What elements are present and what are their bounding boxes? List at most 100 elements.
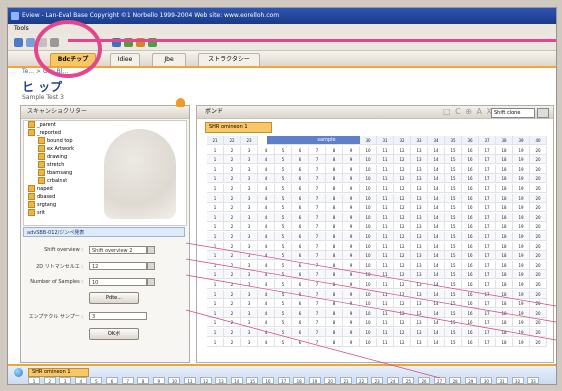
grid-cell[interactable]: 12: [394, 145, 411, 155]
grid-cell[interactable]: 5: [275, 155, 292, 165]
grid-cell[interactable]: 14: [428, 203, 445, 213]
grid-cell[interactable]: 17: [479, 203, 496, 213]
grid-cell[interactable]: 7: [309, 318, 326, 328]
grid-cell[interactable]: 14: [428, 289, 445, 299]
grid-cell[interactable]: 14: [428, 299, 445, 309]
grid-cell[interactable]: 10: [360, 222, 377, 232]
grid-cell[interactable]: 8: [326, 318, 343, 328]
grid-cell[interactable]: 12: [394, 337, 411, 347]
grid-cell[interactable]: 13: [411, 203, 428, 213]
grid-cell[interactable]: 1: [207, 174, 224, 184]
grid-cell[interactable]: 2: [224, 299, 241, 309]
column-header-cell[interactable]: 21: [207, 136, 224, 145]
grid-cell[interactable]: 1: [207, 270, 224, 280]
grid-cell[interactable]: 17: [479, 212, 496, 222]
grid-cell[interactable]: 11: [377, 241, 394, 251]
tree-item[interactable]: bound top: [24, 137, 186, 145]
grid-cell[interactable]: 11: [377, 251, 394, 261]
grid-cell[interactable]: 2: [224, 328, 241, 337]
bottom-cell[interactable]: 33: [527, 377, 540, 384]
grid-cell[interactable]: 20: [530, 260, 547, 270]
grid-cell[interactable]: 1: [207, 193, 224, 203]
grid-cell[interactable]: 5: [275, 212, 292, 222]
grid-cell[interactable]: 17: [479, 260, 496, 270]
bottom-cell[interactable]: 18: [293, 377, 306, 384]
column-header-cell[interactable]: 32: [394, 136, 411, 145]
grid-cell[interactable]: 19: [513, 232, 530, 241]
bottom-cell[interactable]: 9: [152, 377, 165, 384]
grid-cell[interactable]: 3: [241, 328, 258, 337]
grid-cell[interactable]: 19: [513, 260, 530, 270]
grid-cell[interactable]: 3: [241, 251, 258, 261]
grid-cell[interactable]: 18: [496, 193, 513, 203]
grid-cell[interactable]: 13: [411, 260, 428, 270]
grid-cell[interactable]: 13: [411, 289, 428, 299]
grid-cell[interactable]: 4: [258, 260, 275, 270]
grid-cell[interactable]: 2: [224, 337, 241, 347]
grid-cell[interactable]: 4: [258, 222, 275, 232]
grid-cell[interactable]: 18: [496, 318, 513, 328]
grid-cell[interactable]: 18: [496, 299, 513, 309]
ok-button[interactable]: OKボ: [89, 328, 139, 340]
column-header-cell[interactable]: 39: [513, 136, 530, 145]
tree-item[interactable]: crbalnst: [24, 177, 186, 185]
grid-cell[interactable]: 18: [496, 155, 513, 165]
grid-cell[interactable]: 3: [241, 203, 258, 213]
grid-cell[interactable]: 19: [513, 155, 530, 165]
grid-cell[interactable]: 8: [326, 164, 343, 174]
grid-cell[interactable]: 11: [377, 260, 394, 270]
tree-item[interactable]: drawing: [24, 153, 186, 161]
grid-cell[interactable]: 16: [462, 174, 479, 184]
grid-cell[interactable]: 5: [275, 289, 292, 299]
grid-cell[interactable]: 20: [530, 280, 547, 289]
grid-cell[interactable]: 20: [530, 241, 547, 251]
grid-cell[interactable]: 17: [479, 308, 496, 318]
grid-cell[interactable]: 5: [275, 222, 292, 232]
bottom-cell[interactable]: 3: [59, 377, 72, 384]
grid-cell[interactable]: 8: [326, 289, 343, 299]
grid-cell[interactable]: 1: [207, 155, 224, 165]
grid-cell[interactable]: 13: [411, 184, 428, 193]
grid-cell[interactable]: 6: [292, 289, 309, 299]
bottom-cell[interactable]: 4: [74, 377, 87, 384]
grid-cell[interactable]: 13: [411, 318, 428, 328]
grid-cell[interactable]: 17: [479, 241, 496, 251]
bottom-cell[interactable]: 27: [433, 377, 446, 384]
grid-cell[interactable]: 1: [207, 222, 224, 232]
toolbar-icons[interactable]: □ C ⊕ A X: [443, 107, 493, 116]
grid-cell[interactable]: 11: [377, 164, 394, 174]
grid-cell[interactable]: 5: [275, 328, 292, 337]
grid-cell[interactable]: 4: [258, 145, 275, 155]
grid-cell[interactable]: 14: [428, 270, 445, 280]
grid-cell[interactable]: 7: [309, 337, 326, 347]
grid-cell[interactable]: 13: [411, 299, 428, 309]
grid-cell[interactable]: 19: [513, 337, 530, 347]
grid-cell[interactable]: 17: [479, 164, 496, 174]
bottom-cell[interactable]: 16: [262, 377, 274, 384]
grid-cell[interactable]: 17: [479, 174, 496, 184]
grid-cell[interactable]: 1: [207, 289, 224, 299]
grid-cell[interactable]: 2: [224, 145, 241, 155]
grid-cell[interactable]: 10: [360, 241, 377, 251]
column-header-cell[interactable]: 33: [411, 136, 428, 145]
grid-cell[interactable]: 6: [292, 193, 309, 203]
grid-cell[interactable]: 14: [428, 328, 445, 337]
grid-cell[interactable]: 19: [513, 270, 530, 280]
bottom-cell[interactable]: 28: [449, 377, 462, 384]
grid-cell[interactable]: 17: [479, 328, 496, 337]
grid-cell[interactable]: 10: [360, 174, 377, 184]
grid-cell[interactable]: 1: [207, 212, 224, 222]
grid-cell[interactable]: 12: [394, 289, 411, 299]
grid-cell[interactable]: 3: [241, 184, 258, 193]
grid-cell[interactable]: 16: [462, 164, 479, 174]
grid-cell[interactable]: 4: [258, 337, 275, 347]
grid-cell[interactable]: 15: [445, 270, 462, 280]
grid-cell[interactable]: 14: [428, 164, 445, 174]
grid-cell[interactable]: 7: [309, 308, 326, 318]
grid-cell[interactable]: 10: [360, 318, 377, 328]
grid-cell[interactable]: 10: [360, 289, 377, 299]
grid-cell[interactable]: 9: [343, 260, 360, 270]
grid-cell[interactable]: 3: [241, 308, 258, 318]
grid-cell[interactable]: 9: [343, 193, 360, 203]
grid-cell[interactable]: 8: [326, 308, 343, 318]
